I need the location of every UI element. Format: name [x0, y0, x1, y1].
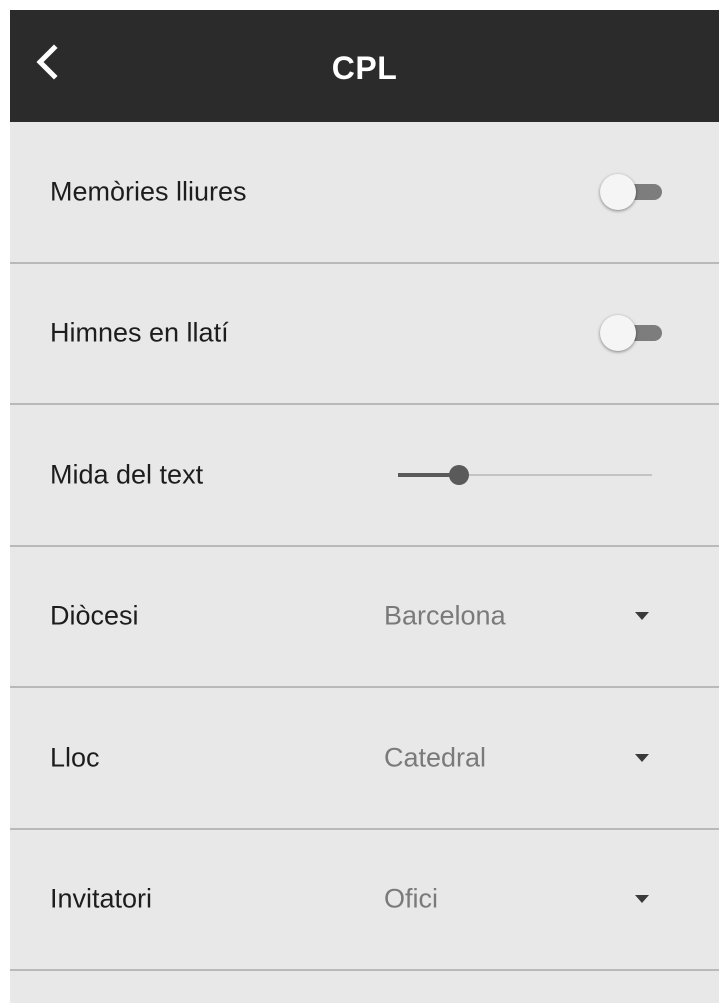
place-label: Lloc [50, 742, 100, 773]
diocese-value: Barcelona [384, 600, 506, 631]
dropdown-arrow-icon [634, 610, 650, 622]
latin-hymns-switch[interactable] [600, 313, 668, 353]
invitatory-value: Ofici [384, 883, 438, 914]
free-memories-switch[interactable] [600, 172, 668, 212]
invitatory-dropdown[interactable]: Ofici [384, 869, 684, 929]
setting-row-diocese: Diòcesi Barcelona [10, 547, 719, 688]
page-title: CPL [331, 50, 398, 86]
switch-thumb [600, 173, 636, 210]
switch-thumb [600, 315, 636, 352]
dropdown-arrow-icon [634, 893, 650, 905]
invitatory-label: Invitatori [50, 883, 153, 914]
setting-row-text-size: Mida del text [10, 405, 719, 547]
diocese-label: Diòcesi [50, 600, 139, 631]
text-size-slider[interactable] [390, 455, 660, 495]
place-dropdown[interactable]: Catedral [384, 728, 684, 788]
place-value: Catedral [384, 742, 487, 773]
dropdown-arrow-icon [634, 752, 650, 764]
diocese-dropdown[interactable]: Barcelona [384, 586, 684, 646]
setting-row-latin-hymns: Himnes en llatí [10, 264, 719, 405]
slider-thumb[interactable] [448, 464, 469, 485]
free-memories-label: Memòries lliures [50, 176, 247, 207]
settings-list: Memòries lliures Himnes en llatí Mida de… [10, 122, 719, 971]
app-bar: CPL [10, 10, 719, 122]
setting-row-free-memories: Memòries lliures [10, 122, 719, 264]
latin-hymns-label: Himnes en llatí [50, 317, 229, 348]
setting-row-place: Lloc Catedral [10, 688, 719, 830]
setting-row-invitatory: Invitatori Ofici [10, 830, 719, 971]
text-size-label: Mida del text [50, 459, 204, 490]
settings-screen: CPL Memòries lliures Himnes en llatí Mid… [10, 10, 719, 1003]
